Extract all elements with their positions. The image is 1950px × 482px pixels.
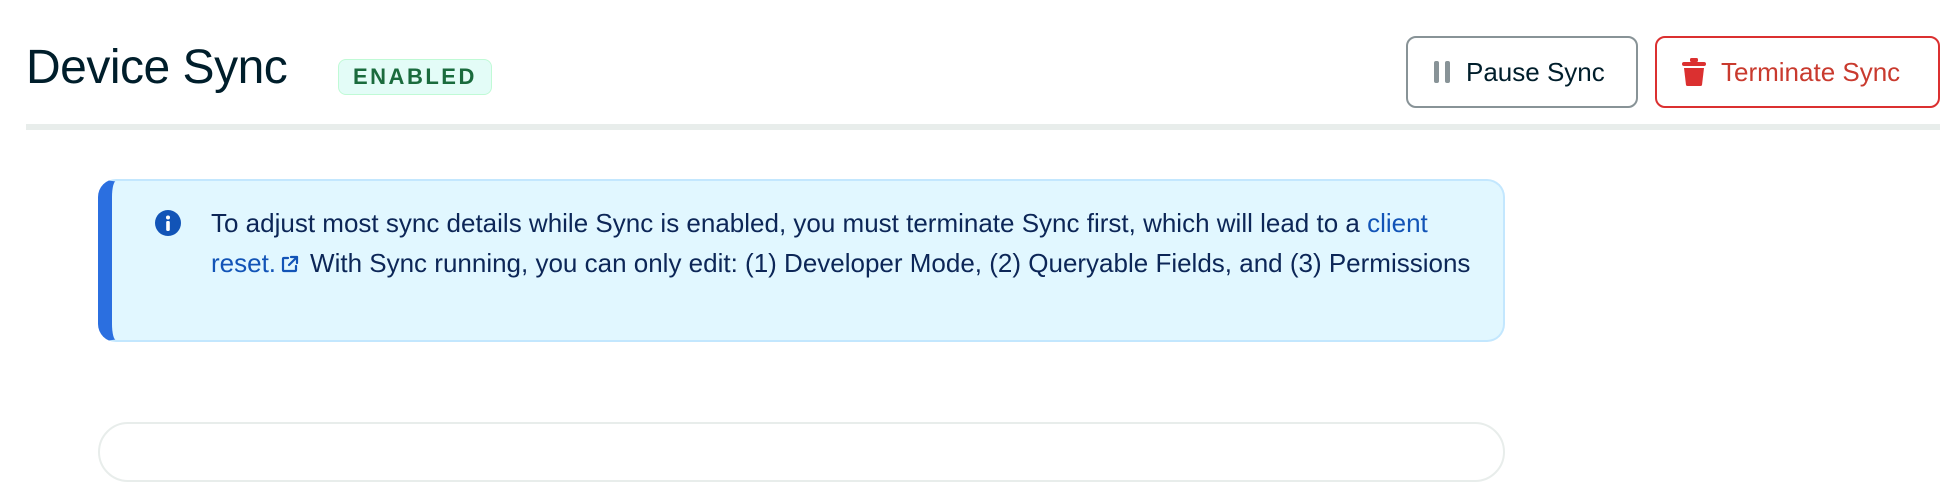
info-banner: To adjust most sync details while Sync i… (98, 179, 1505, 342)
info-text-detail: With Sync running, you can only edit: (1… (310, 248, 1471, 278)
sync-settings-card (98, 422, 1505, 482)
external-link-icon (280, 245, 300, 285)
info-banner-text: To adjust most sync details while Sync i… (211, 203, 1471, 285)
status-badge: ENABLED (338, 59, 492, 95)
terminate-sync-label: Terminate Sync (1721, 56, 1901, 87)
pause-sync-label: Pause Sync (1466, 56, 1605, 87)
pause-icon (1432, 59, 1452, 85)
terminate-sync-button[interactable]: Terminate Sync (1655, 36, 1940, 108)
trash-icon (1681, 57, 1707, 87)
pause-sync-button[interactable]: Pause Sync (1406, 36, 1638, 108)
page-header: Device Sync ENABLED Pause Sync Terminate… (26, 26, 1940, 130)
info-text-intro: To adjust most sync details while Sync i… (211, 208, 1368, 238)
page-title: Device Sync (26, 41, 288, 94)
info-icon (154, 209, 182, 237)
